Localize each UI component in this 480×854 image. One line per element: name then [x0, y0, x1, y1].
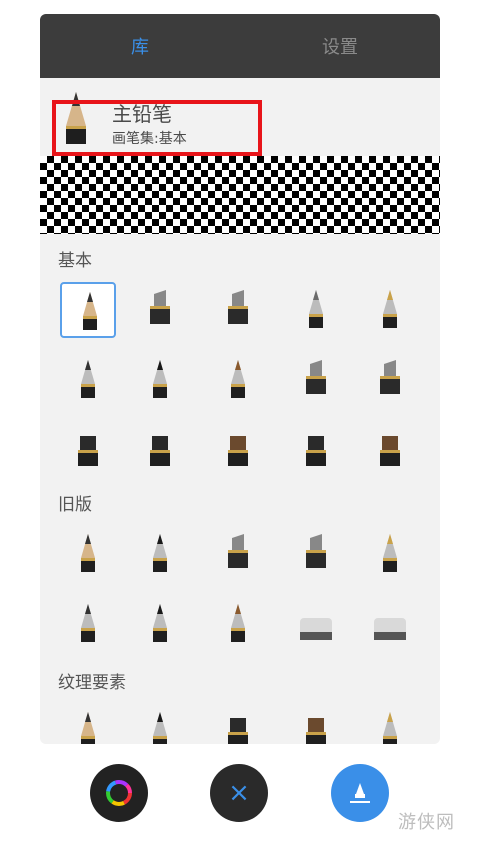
texture-bristle-icon	[306, 718, 326, 744]
legacy-fine-brush-icon	[153, 604, 167, 642]
brush-cell-felt-marker[interactable]	[362, 352, 418, 408]
brush-cell-legacy-marker[interactable]	[210, 526, 266, 582]
technical-pen-icon	[309, 290, 323, 328]
brush-cell-legacy-soft-eraser[interactable]	[362, 596, 418, 652]
brush-cell-bristle-brush[interactable]	[210, 422, 266, 478]
section-title-texture: 纹理要素	[58, 673, 126, 693]
brush-cell-legacy-pen[interactable]	[362, 526, 418, 582]
ink-brush-icon	[153, 360, 167, 398]
legacy-marker-icon	[228, 534, 248, 568]
texture-brush-icon	[383, 712, 397, 744]
bristle-brush-icon	[228, 436, 248, 466]
legacy-chisel-marker-icon	[306, 534, 326, 568]
brush-cell-legacy-paintbrush[interactable]	[60, 596, 116, 652]
legacy-pencil-icon	[81, 534, 95, 572]
brush-cell-airbrush[interactable]	[210, 352, 266, 408]
brush-library-panel: 库 设置 主铅笔 画笔集:基本 基本 旧版 纹理要素	[40, 14, 440, 744]
brush-cell-marker[interactable]	[210, 282, 266, 338]
brush-cell-legacy-nib[interactable]	[210, 596, 266, 652]
marker-chisel-icon	[150, 290, 170, 324]
texture-block-icon	[228, 718, 248, 744]
brush-preview-strip	[40, 156, 440, 234]
legacy-airbrush-icon	[153, 534, 167, 572]
brush-settings-icon	[350, 783, 370, 803]
brush-cell-legacy-airbrush[interactable]	[132, 526, 188, 582]
brush-cell-marker-chisel[interactable]	[132, 282, 188, 338]
airbrush-icon	[231, 360, 245, 398]
tab-bar: 库 设置	[40, 14, 440, 78]
texture-charcoal-icon	[153, 712, 167, 744]
brush-cell-texture-charcoal[interactable]	[132, 704, 188, 744]
tab-settings[interactable]: 设置	[240, 14, 440, 78]
tab-library[interactable]: 库	[40, 14, 240, 78]
brush-cell-legacy-fine-brush[interactable]	[132, 596, 188, 652]
brush-cell-legacy-chisel-marker[interactable]	[288, 526, 344, 582]
block-brush-icon	[78, 436, 98, 466]
legacy-soft-eraser-icon	[374, 618, 406, 640]
legacy-nib-icon	[231, 604, 245, 642]
wide-bristle-brush-icon	[380, 436, 400, 466]
brush-settings-button[interactable]	[331, 764, 389, 822]
brush-cell-texture-pencil[interactable]	[60, 704, 116, 744]
color-button[interactable]	[90, 764, 148, 822]
section-title-legacy: 旧版	[58, 495, 92, 515]
round-brush-icon	[81, 360, 95, 398]
wide-marker-icon	[306, 360, 326, 394]
marker-icon	[228, 290, 248, 324]
brush-cell-flat-brush[interactable]	[288, 422, 344, 478]
brush-cell-texture-brush[interactable]	[362, 704, 418, 744]
texture-pencil-icon	[81, 712, 95, 744]
brush-cell-pencil[interactable]	[60, 282, 116, 338]
legacy-eraser-icon	[300, 618, 332, 640]
watermark: 游侠网	[398, 812, 455, 833]
brush-cell-block-brush[interactable]	[60, 422, 116, 478]
legacy-pen-icon	[383, 534, 397, 572]
brush-cell-wide-marker[interactable]	[288, 352, 344, 408]
ragged-brush-icon	[150, 436, 170, 466]
current-brush-header[interactable]: 主铅笔 画笔集:基本	[40, 78, 440, 156]
brush-cell-texture-bristle[interactable]	[288, 704, 344, 744]
fountain-pen-icon	[383, 290, 397, 328]
pencil-icon	[83, 292, 97, 330]
brush-cell-fountain-pen[interactable]	[362, 282, 418, 338]
brush-cell-legacy-eraser[interactable]	[288, 596, 344, 652]
brush-cell-technical-pen[interactable]	[288, 282, 344, 338]
brush-cell-ink-brush[interactable]	[132, 352, 188, 408]
close-button[interactable]: ×	[210, 764, 268, 822]
brush-cell-wide-bristle-brush[interactable]	[362, 422, 418, 478]
brush-cell-texture-block[interactable]	[210, 704, 266, 744]
brush-cell-round-brush[interactable]	[60, 352, 116, 408]
highlight-box	[52, 100, 262, 156]
flat-brush-icon	[306, 436, 326, 466]
felt-marker-icon	[380, 360, 400, 394]
brush-cell-legacy-pencil[interactable]	[60, 526, 116, 582]
color-wheel-icon	[106, 780, 132, 806]
section-title-basic: 基本	[58, 251, 92, 271]
brush-cell-ragged-brush[interactable]	[132, 422, 188, 478]
legacy-paintbrush-icon	[81, 604, 95, 642]
close-icon: ×	[228, 778, 250, 808]
